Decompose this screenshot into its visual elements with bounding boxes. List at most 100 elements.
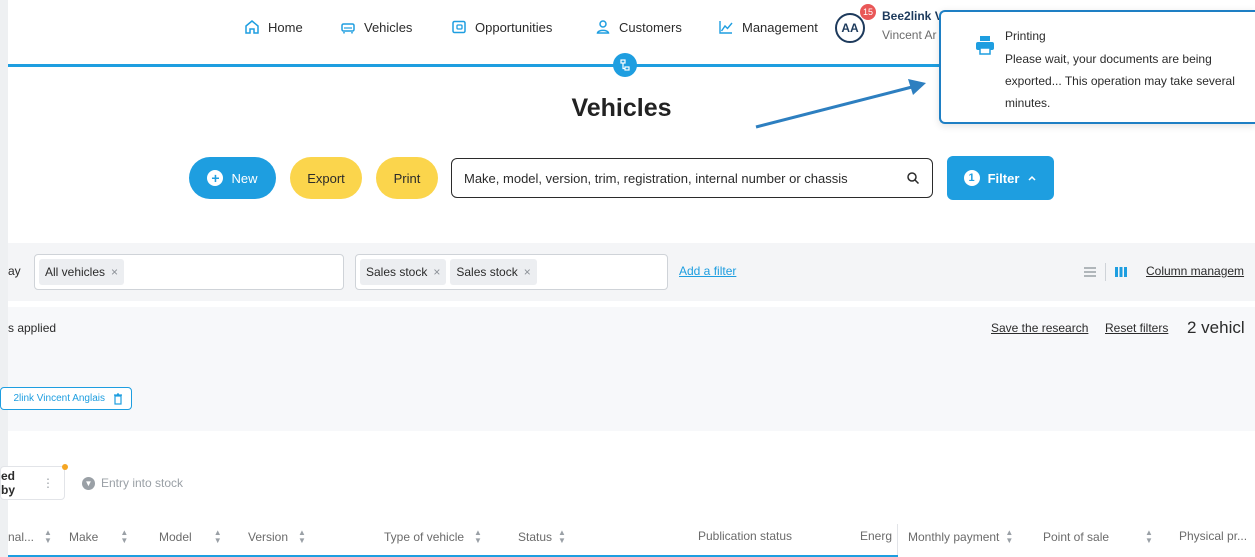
column-header[interactable]: Status ▲ ▼ bbox=[518, 529, 566, 545]
display-filter-label: ay bbox=[8, 264, 21, 278]
column-management-link[interactable]: Column managem bbox=[1146, 264, 1244, 278]
remove-chip-icon[interactable]: × bbox=[433, 265, 440, 279]
save-research-link[interactable]: Save the research bbox=[991, 321, 1088, 335]
sitemap-icon bbox=[620, 59, 630, 71]
nav-home[interactable]: Home bbox=[244, 17, 303, 37]
nav-home-label: Home bbox=[268, 19, 303, 35]
home-icon bbox=[245, 20, 259, 34]
notification-badge: 15 bbox=[860, 4, 876, 20]
user-icon bbox=[596, 20, 610, 34]
more-vertical-icon[interactable]: ⋮ bbox=[42, 476, 54, 490]
nav-opportunities[interactable]: Opportunities bbox=[451, 17, 552, 37]
toast-title: Printing bbox=[1005, 29, 1046, 43]
chevron-down-circle-icon: ▼ bbox=[82, 476, 95, 490]
owner-chip-label: 2link Vincent Anglais bbox=[13, 393, 105, 404]
export-button[interactable]: Export bbox=[290, 157, 362, 199]
column-header-label: Version bbox=[248, 530, 289, 544]
nav-vehicles-label: Vehicles bbox=[364, 19, 413, 35]
stock-filter-select[interactable]: Sales stock × Sales stock × bbox=[355, 254, 668, 290]
sort-arrows-icon[interactable]: ▲ ▼ bbox=[120, 529, 128, 545]
plus-icon: + bbox=[207, 170, 224, 186]
nav-customers[interactable]: Customers bbox=[595, 17, 682, 37]
reset-filters-link[interactable]: Reset filters bbox=[1105, 321, 1168, 335]
nav-vehicles[interactable]: Vehicles bbox=[340, 17, 412, 37]
column-header[interactable]: Publication status bbox=[698, 529, 792, 543]
column-header[interactable]: Make ▲ ▼ bbox=[69, 529, 128, 545]
filter-chip-label: All vehicles bbox=[45, 265, 106, 279]
hierarchy-icon[interactable] bbox=[613, 53, 637, 77]
filter-chip[interactable]: All vehicles × bbox=[39, 259, 125, 285]
chevron-up-icon bbox=[1028, 175, 1036, 181]
filters-applied-text: s applied bbox=[8, 321, 57, 335]
sort-arrows-icon[interactable]: ▲ ▼ bbox=[474, 529, 482, 545]
car-icon bbox=[341, 23, 355, 34]
chart-line-icon bbox=[719, 21, 733, 34]
list-view-icon[interactable] bbox=[1083, 266, 1097, 278]
column-header-label: Status bbox=[518, 530, 553, 544]
sort-arrows-icon[interactable]: ▲ ▼ bbox=[1005, 529, 1013, 545]
column-header-label: Model bbox=[159, 530, 192, 544]
column-header[interactable]: Model ▲ ▼ bbox=[159, 529, 222, 545]
column-header[interactable]: nal... ▲ ▼ bbox=[8, 529, 52, 545]
nav-management-label: Management bbox=[742, 19, 818, 35]
column-header-label: nal... bbox=[8, 530, 35, 544]
filter-count-badge: 1 bbox=[963, 170, 980, 186]
filter-button-label: Filter bbox=[987, 170, 1020, 186]
column-header-label: Make bbox=[69, 530, 99, 544]
trash-icon[interactable] bbox=[113, 392, 123, 405]
sort-arrows-icon[interactable]: ▲ ▼ bbox=[298, 529, 306, 545]
nav-customers-label: Customers bbox=[619, 19, 682, 35]
sort-arrows-icon[interactable]: ▲ ▼ bbox=[558, 529, 566, 545]
filter-chip[interactable]: Sales stock × bbox=[450, 259, 537, 285]
user-subtitle: Vincent Ar bbox=[882, 28, 937, 42]
filter-button[interactable]: 1 Filter bbox=[947, 156, 1054, 200]
printing-toast: Printing Please wait, your documents are… bbox=[939, 10, 1255, 124]
user-avatar[interactable]: AA bbox=[835, 13, 865, 43]
sort-entry-stock[interactable]: ▼ Entry into stock bbox=[82, 476, 183, 490]
frozen-column-separator bbox=[897, 524, 898, 557]
wallet-icon bbox=[452, 20, 466, 34]
print-button[interactable]: Print bbox=[376, 157, 438, 199]
sort-arrows-icon[interactable]: ▲ ▼ bbox=[1145, 529, 1153, 545]
new-button[interactable]: + New bbox=[189, 157, 276, 199]
sorted-by-label: ed by bbox=[1, 469, 16, 497]
printer-icon bbox=[976, 36, 994, 55]
filter-chip-label: Sales stock bbox=[366, 265, 428, 279]
column-header-label: Physical pr... bbox=[1179, 529, 1248, 543]
owner-filter-chip[interactable]: 2link Vincent Anglais bbox=[0, 387, 132, 410]
remove-chip-icon[interactable]: × bbox=[524, 265, 531, 279]
vehicle-search-box bbox=[451, 158, 933, 198]
user-name[interactable]: Bee2link V bbox=[882, 9, 943, 23]
new-button-label: New bbox=[231, 170, 258, 186]
entry-stock-label: Entry into stock bbox=[101, 476, 184, 490]
column-header[interactable]: Monthly payment ▲ ▼ bbox=[908, 529, 1013, 545]
columns-view-icon[interactable] bbox=[1114, 266, 1128, 278]
sort-arrows-icon[interactable]: ▲ ▼ bbox=[44, 529, 52, 545]
column-header-label: Type of vehicle bbox=[384, 530, 465, 544]
search-input[interactable] bbox=[464, 170, 906, 186]
view-toggle bbox=[1083, 263, 1128, 281]
sort-arrows-icon[interactable]: ▲ ▼ bbox=[214, 529, 222, 545]
filter-chip-label: Sales stock bbox=[456, 265, 518, 279]
add-filter-link[interactable]: Add a filter bbox=[679, 264, 736, 278]
column-header[interactable]: Point of sale ▲ ▼ bbox=[1043, 529, 1153, 545]
annotation-arrow bbox=[755, 79, 926, 129]
filter-chip[interactable]: Sales stock × bbox=[360, 259, 447, 285]
column-header-label: Monthly payment bbox=[908, 530, 1000, 544]
display-filter-select[interactable]: All vehicles × bbox=[34, 254, 344, 290]
column-header[interactable]: Type of vehicle ▲ ▼ bbox=[384, 529, 482, 545]
vehicle-count: 2 vehicl bbox=[1187, 318, 1245, 337]
column-header[interactable]: Energ bbox=[860, 529, 892, 543]
nav-opportunities-label: Opportunities bbox=[475, 19, 553, 35]
view-toggle-separator bbox=[1105, 263, 1106, 281]
column-header-label: Energ bbox=[860, 529, 893, 543]
sort-indicator-dot bbox=[62, 464, 68, 470]
column-header[interactable]: Physical pr... bbox=[1179, 529, 1247, 543]
column-header-label: Point of sale bbox=[1043, 530, 1110, 544]
search-icon[interactable] bbox=[906, 171, 920, 185]
nav-management[interactable]: Management bbox=[718, 17, 818, 37]
remove-chip-icon[interactable]: × bbox=[111, 265, 118, 279]
sorted-by-button[interactable]: ed by ⋮ bbox=[0, 466, 65, 500]
column-header-label: Publication status bbox=[698, 529, 793, 543]
column-header[interactable]: Version ▲ ▼ bbox=[248, 529, 306, 545]
